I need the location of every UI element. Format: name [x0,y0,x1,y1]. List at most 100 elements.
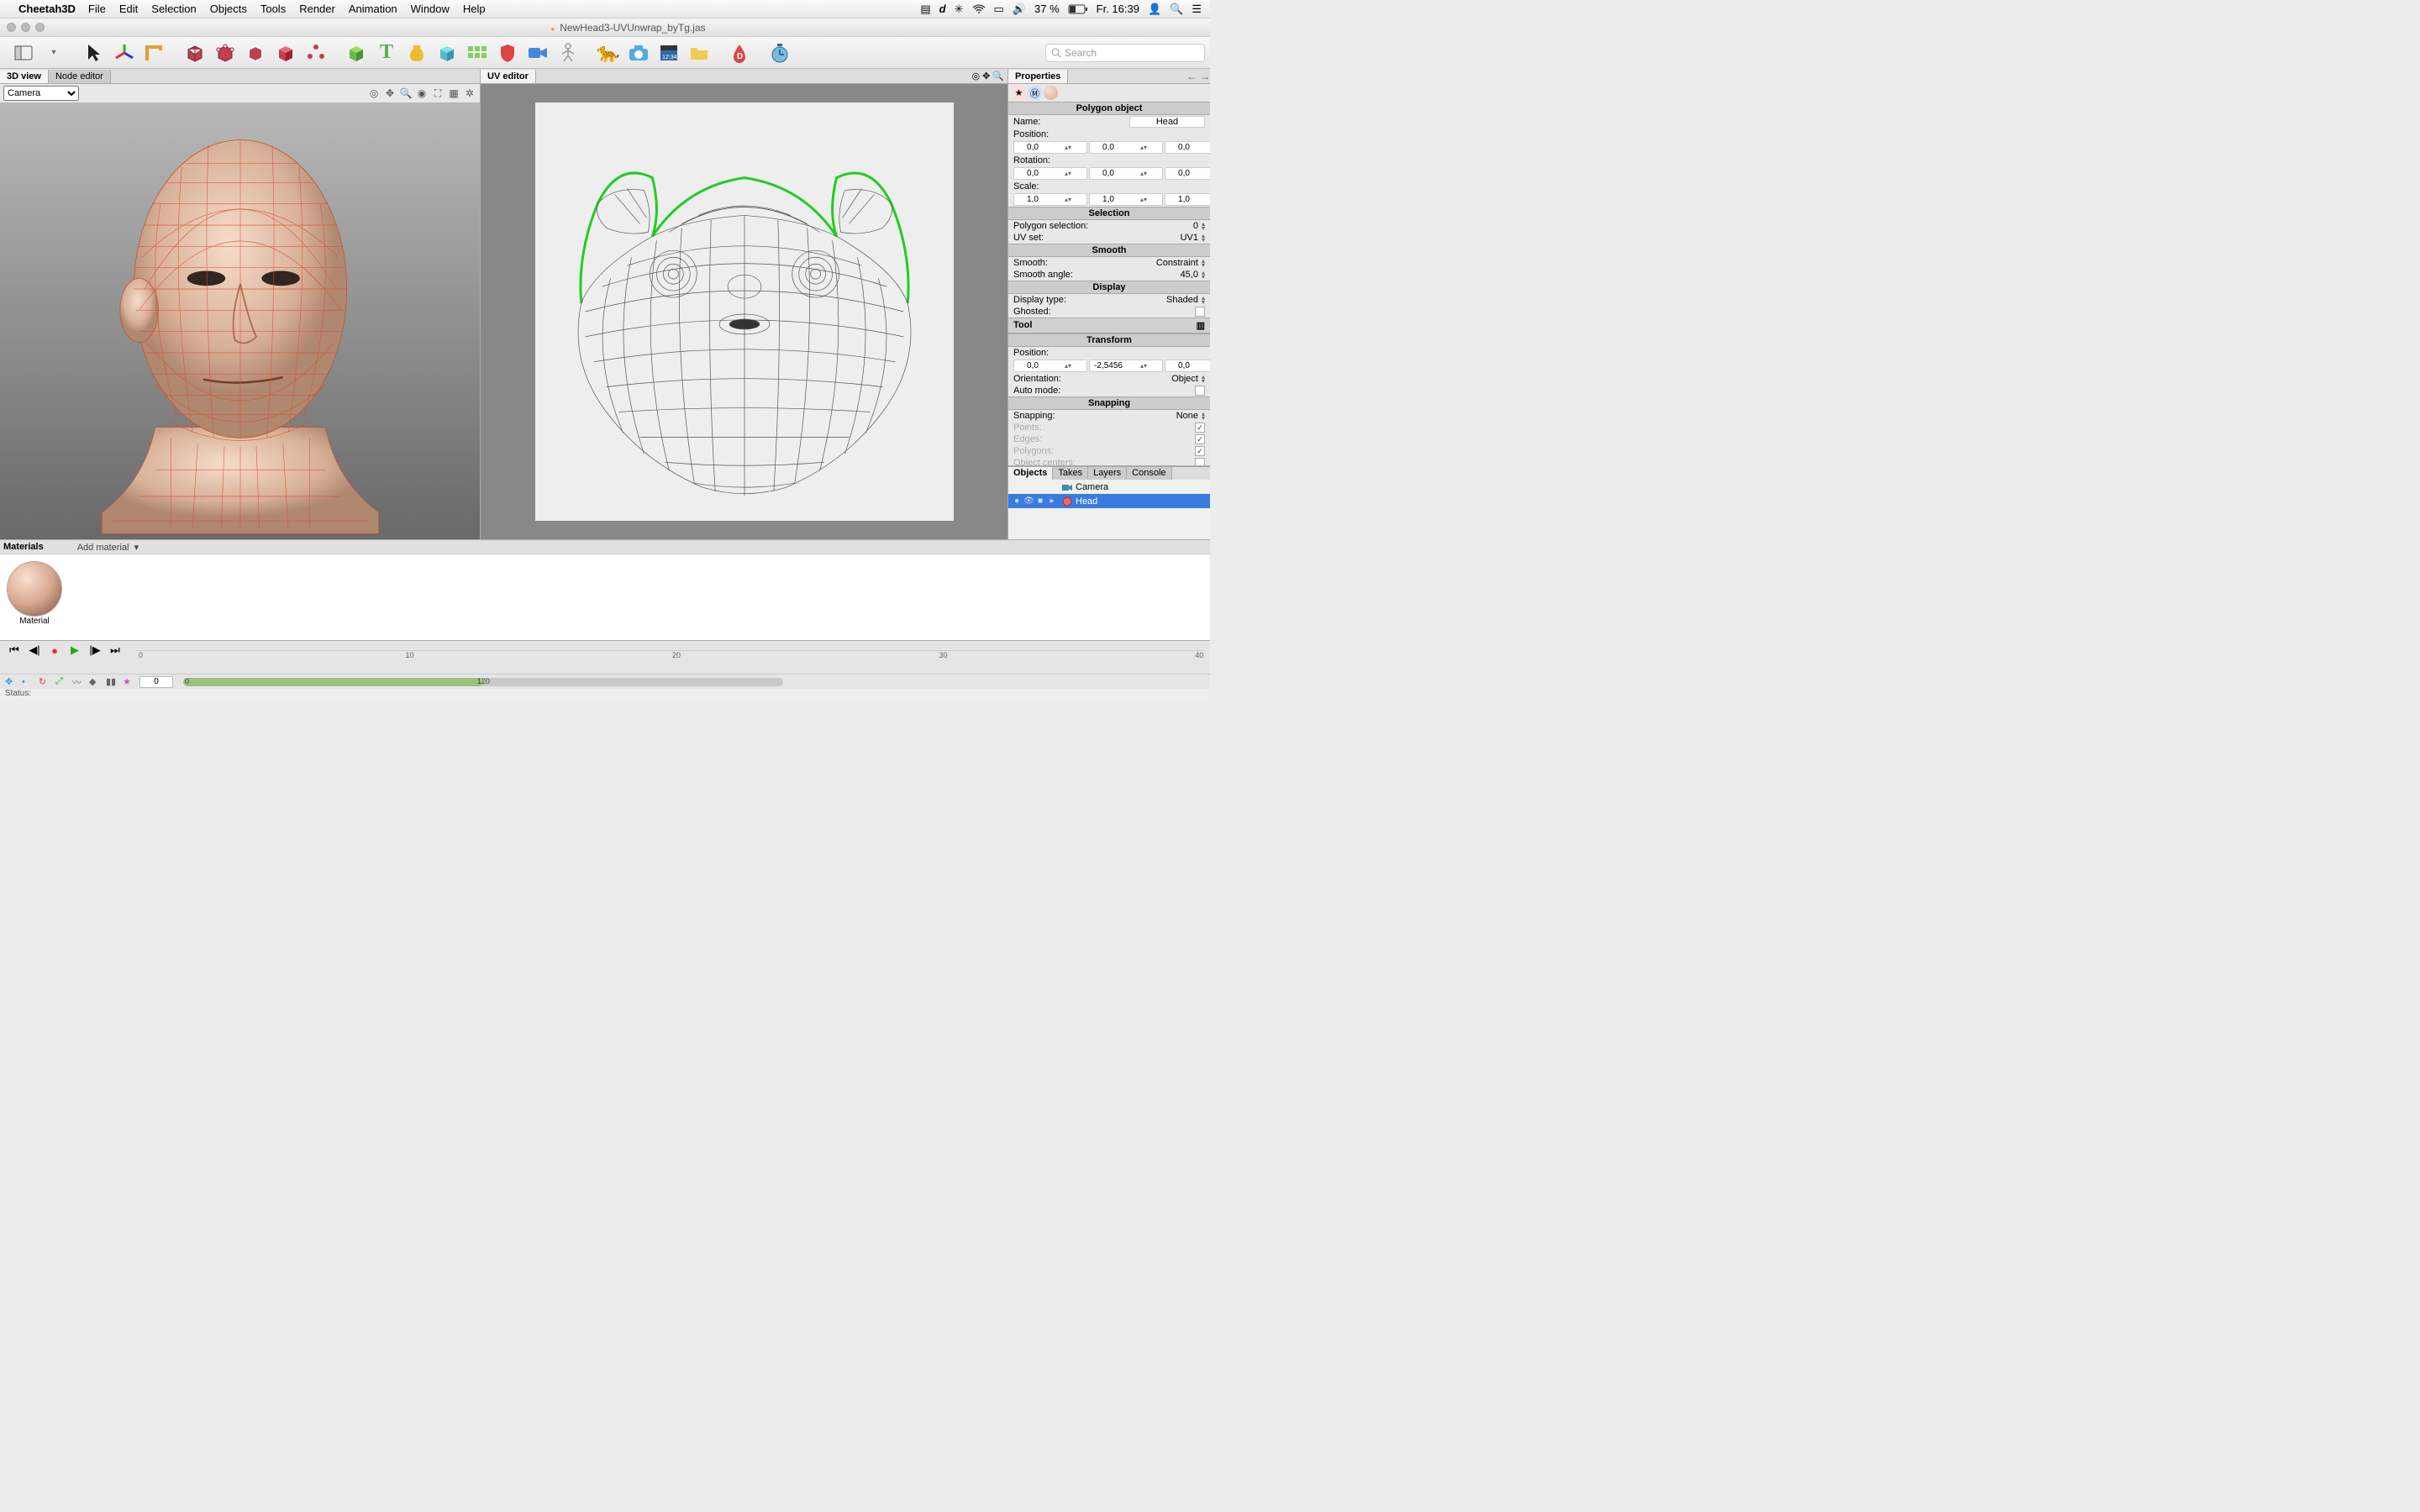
next-icon[interactable]: → [1200,71,1210,82]
tab-layers[interactable]: Layers [1088,467,1127,480]
traffic-lights[interactable] [7,23,45,32]
display-type-value[interactable]: Shaded [1166,295,1198,305]
grid-icon[interactable]: ▦ [447,87,460,100]
user-icon[interactable]: 👤 [1148,3,1161,16]
uv-target-icon[interactable]: ◎ [971,71,980,81]
bluetooth-icon[interactable]: ✳ [955,3,964,16]
zoom-icon[interactable]: 🔍 [399,87,413,100]
menu-file[interactable]: File [88,3,106,15]
scale-fields[interactable]: 1,0▴▾ 1,0▴▾ 1,0▴▾ [1013,193,1210,206]
menu-edit[interactable]: Edit [119,3,138,15]
primitive-cube-icon[interactable] [345,41,368,65]
text-tool-icon[interactable]: T [375,41,398,65]
smooth-value[interactable]: Constraint [1156,258,1198,268]
expand-icon[interactable]: ▸ [1047,496,1057,506]
curve-icon[interactable]: 〰 [72,675,84,689]
camera-tool-icon[interactable] [526,41,550,65]
target-icon[interactable]: ◎ [367,87,381,100]
object-list[interactable]: Camera ● 👁 ■ ▸ Head [1008,480,1210,539]
smooth-angle-value[interactable]: 45,0 [1181,270,1198,280]
ghosted-checkbox[interactable] [1195,307,1205,317]
star-mode-icon[interactable]: ★ [1012,86,1026,100]
scale-icon[interactable]: ⤢ [55,676,67,687]
shield-icon[interactable] [496,41,519,65]
pin-icon[interactable]: ▥ [1197,320,1205,331]
object-row-head[interactable]: ● 👁 ■ ▸ Head [1008,494,1210,508]
automode-checkbox[interactable] [1195,386,1205,396]
wifi-icon[interactable] [972,4,986,14]
range-slider[interactable]: 0 120 [183,678,783,686]
cheetah-icon[interactable]: 🐆 [597,41,620,65]
menu-render[interactable]: Render [299,3,335,15]
timer-icon[interactable] [768,41,792,65]
tool-position-fields[interactable]: 0,0▴▾ -2,5456▴▾ 0,0▴▾ [1013,360,1210,372]
frame-icon[interactable]: ⛶ [431,87,445,100]
dropdown-icon[interactable]: ▾ [42,41,66,65]
uv-viewport[interactable] [481,84,1007,539]
graph-icon[interactable]: ▮▮ [106,676,118,687]
vase-icon[interactable] [405,41,429,65]
folder-icon[interactable] [687,41,711,65]
material-item[interactable]: Material [7,561,62,626]
clock[interactable]: Fr. 16:39 [1097,3,1139,15]
menu-help[interactable]: Help [463,3,486,15]
stack-icon[interactable]: ▤ [920,3,930,16]
array-icon[interactable] [466,41,489,65]
cube-edge-icon[interactable] [244,41,267,65]
app-name[interactable]: Cheetah3D [18,3,76,15]
timeline-ruler[interactable]: 0 10 20 30 40 [136,650,1203,651]
rotation-fields[interactable]: 0,0▴▾ 0,0▴▾ 0,0▴▾ [1013,167,1210,180]
orbit-icon[interactable]: ◉ [415,87,429,100]
goto-start-button[interactable]: ⏮ [7,643,22,658]
battery-icon[interactable] [1068,4,1088,14]
drop-icon[interactable]: D [728,41,751,65]
tab-takes[interactable]: Takes [1053,467,1088,480]
axis-tool-icon[interactable] [113,41,136,65]
uv-pan-icon[interactable]: ✥ [982,71,990,81]
tab-uv-editor[interactable]: UV editor [481,70,536,83]
prism-icon[interactable] [435,41,459,65]
rotate-icon[interactable]: ↻ [39,676,50,687]
orientation-value[interactable]: Object [1171,374,1198,384]
tab-3dview[interactable]: 3D view [0,70,49,83]
point-icon[interactable]: • [22,677,34,687]
eye-icon[interactable]: 👁 [1023,496,1034,506]
polysel-value[interactable]: 0 [1193,221,1198,231]
gear-icon[interactable]: ✲ [463,87,476,100]
render-flag-icon[interactable]: ● [1012,496,1022,506]
spotlight-icon[interactable]: 🔍 [1170,3,1183,16]
tab-properties[interactable]: Properties [1008,70,1068,83]
ruler-tool-icon[interactable] [143,41,166,65]
uv-canvas[interactable] [535,102,954,521]
menu-selection[interactable]: Selection [151,3,196,15]
render-camera-icon[interactable] [627,41,650,65]
armature-icon[interactable] [556,41,580,65]
play-button[interactable]: ▶ [67,643,82,658]
menulist-icon[interactable]: ☰ [1192,3,1202,16]
airplay-icon[interactable]: ▭ [994,3,1004,16]
frame-input[interactable] [139,676,173,688]
object-row-camera[interactable]: Camera [1008,480,1210,494]
key-icon[interactable]: ◆ [89,676,101,687]
move-icon[interactable]: ✥ [5,676,17,687]
add-material-button[interactable]: Add material ▾ [77,542,139,553]
arrow-tool-icon[interactable] [82,41,106,65]
volume-icon[interactable]: 🔊 [1013,3,1026,16]
close-button[interactable] [7,23,16,32]
menu-window[interactable]: Window [411,3,450,15]
clapper-icon[interactable]: 12:34 [657,41,681,65]
name-input[interactable] [1129,116,1205,128]
next-frame-button[interactable]: |▶ [87,643,103,658]
goto-end-button[interactable]: ⏭ [108,643,123,658]
menu-animation[interactable]: Animation [349,3,397,15]
record-button[interactable]: ● [47,643,62,658]
sidebar-toggle-icon[interactable] [12,41,35,65]
star-icon[interactable]: ★ [123,676,134,687]
viewport-3d[interactable] [0,102,480,539]
tab-objects[interactable]: Objects [1008,467,1053,480]
menu-tools[interactable]: Tools [260,3,286,15]
position-fields[interactable]: 0,0▴▾ 0,0▴▾ 0,0▴▾ [1013,141,1210,154]
uv-zoom-icon[interactable]: 🔍 [992,71,1004,81]
sphere-mode-icon[interactable] [1044,86,1058,100]
uvset-value[interactable]: UV1 [1181,233,1198,243]
